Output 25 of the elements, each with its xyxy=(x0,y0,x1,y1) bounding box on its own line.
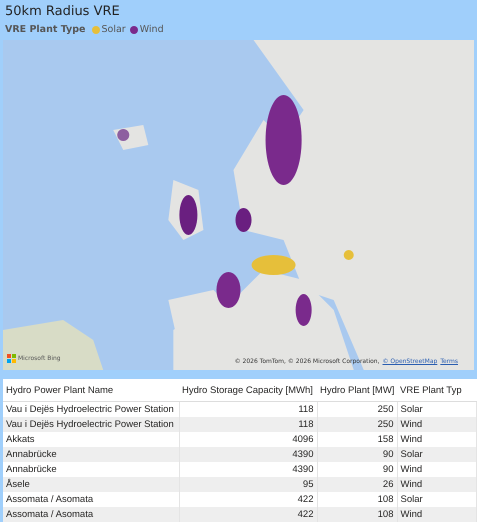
table-cell: 4390 xyxy=(179,447,317,462)
table-cell: Wind xyxy=(397,507,476,522)
table-cell: Annabrücke xyxy=(3,447,179,462)
table-cell: Wind xyxy=(397,417,476,432)
table-cell: 250 xyxy=(317,417,397,432)
visual-title: 50km Radius VRE xyxy=(5,3,121,20)
table-cell: Solar xyxy=(397,447,476,462)
table-cell: 422 xyxy=(179,507,317,522)
table-cell: 95 xyxy=(179,477,317,492)
table-cell: Åsele xyxy=(3,477,179,492)
table-cell: 26 xyxy=(317,477,397,492)
logo-icon xyxy=(7,354,16,363)
legend-title: VRE Plant Type xyxy=(5,23,86,36)
table-cell: 108 xyxy=(317,507,397,522)
column-header[interactable]: Hydro Storage Capacity [MWh] xyxy=(179,379,317,402)
legend-label: Solar xyxy=(102,23,126,36)
column-header[interactable]: Hydro Power Plant Name xyxy=(3,379,179,402)
column-header[interactable]: VRE Plant Typ xyxy=(397,379,476,402)
table-cell: Vau i Dejës Hydroelectric Power Station xyxy=(3,417,179,432)
legend-label: Wind xyxy=(140,23,164,36)
table-cell: Wind xyxy=(397,477,476,492)
table-cell: Assomata / Asomata xyxy=(3,507,179,522)
table-cell: 118 xyxy=(179,417,317,432)
table-cell: 90 xyxy=(317,447,397,462)
column-header[interactable]: Hydro Plant [MW] xyxy=(317,379,397,402)
